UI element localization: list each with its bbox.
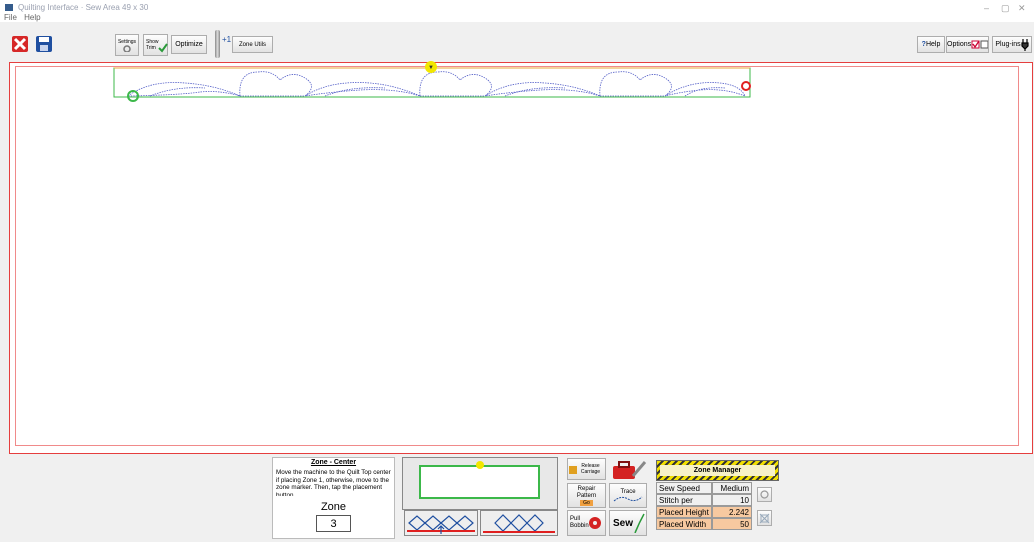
table-row: Placed Height 2.242 (656, 506, 752, 518)
expand-icon (759, 513, 770, 523)
placed-width-label: Placed Width (656, 518, 712, 530)
bobbin-icon (589, 517, 601, 529)
end-point-marker[interactable] (741, 81, 751, 91)
zone-heading: Zone - Center (310, 459, 357, 466)
zone-settings-table: Sew Speed Medium Stitch per Inch 10 Plac… (656, 482, 752, 530)
zone-manager-button[interactable]: Zone Manager (656, 460, 779, 481)
zone-preview (419, 465, 540, 499)
pull-bobbin-button[interactable]: Pull Bobbin (567, 510, 606, 536)
table-row: Sew Speed Medium (656, 482, 752, 494)
next-zone-button[interactable] (480, 510, 558, 536)
placed-height-value[interactable]: 2.242 (712, 506, 752, 518)
zone-row-icon (483, 514, 555, 533)
repair-pattern-label: Repair Pattern (576, 485, 597, 499)
quilt-pattern-path (126, 71, 746, 97)
pull-bobbin-label: Pull Bobbin (570, 516, 589, 529)
placed-width-value[interactable]: 50 (712, 518, 752, 530)
trace-path-icon (613, 496, 643, 501)
sew-speed-label: Sew Speed (656, 482, 712, 494)
table-row: Placed Width 50 (656, 518, 752, 530)
zone-number-field[interactable]: 3 (316, 515, 351, 532)
zone-instructions: Move the machine to the Quilt Top center… (276, 469, 391, 496)
pattern-layer[interactable]: ▼ (0, 0, 1034, 454)
toolbox-icon (613, 461, 647, 479)
release-carriage-label: Release Carriage (580, 463, 601, 475)
table-row: Stitch per Inch 10 (656, 494, 752, 514)
zone-label: Zone (320, 501, 347, 513)
needle-thread-icon (634, 513, 645, 533)
toolbox-button[interactable] (609, 456, 647, 482)
repair-pattern-button[interactable]: Repair Pattern Go (567, 483, 606, 508)
reset-icon (760, 490, 769, 499)
preview-needle-marker (476, 461, 484, 469)
sew-label: Sew (613, 517, 634, 529)
previous-zone-button[interactable] (404, 510, 478, 536)
sew-button[interactable]: Sew (609, 510, 647, 536)
resize-button[interactable] (757, 510, 772, 526)
zone-row-icon (407, 515, 475, 534)
zone-manager-title: Zone Manager (660, 465, 775, 476)
placed-height-label: Placed Height (656, 506, 712, 518)
stitch-per-inch-value[interactable]: 10 (712, 494, 752, 506)
sew-speed-value[interactable]: Medium (712, 482, 752, 494)
stitch-per-inch-label: Stitch per Inch (656, 494, 712, 514)
reset-button[interactable] (757, 487, 772, 502)
repair-pattern-go: Go (580, 499, 593, 506)
needle-position-icon: ▼ (428, 65, 434, 71)
lock-icon (569, 466, 577, 474)
zone-instructions-panel: Zone - Center Move the machine to the Qu… (272, 457, 395, 539)
trace-button[interactable]: Trace (609, 483, 647, 508)
placement-button[interactable] (402, 457, 558, 510)
